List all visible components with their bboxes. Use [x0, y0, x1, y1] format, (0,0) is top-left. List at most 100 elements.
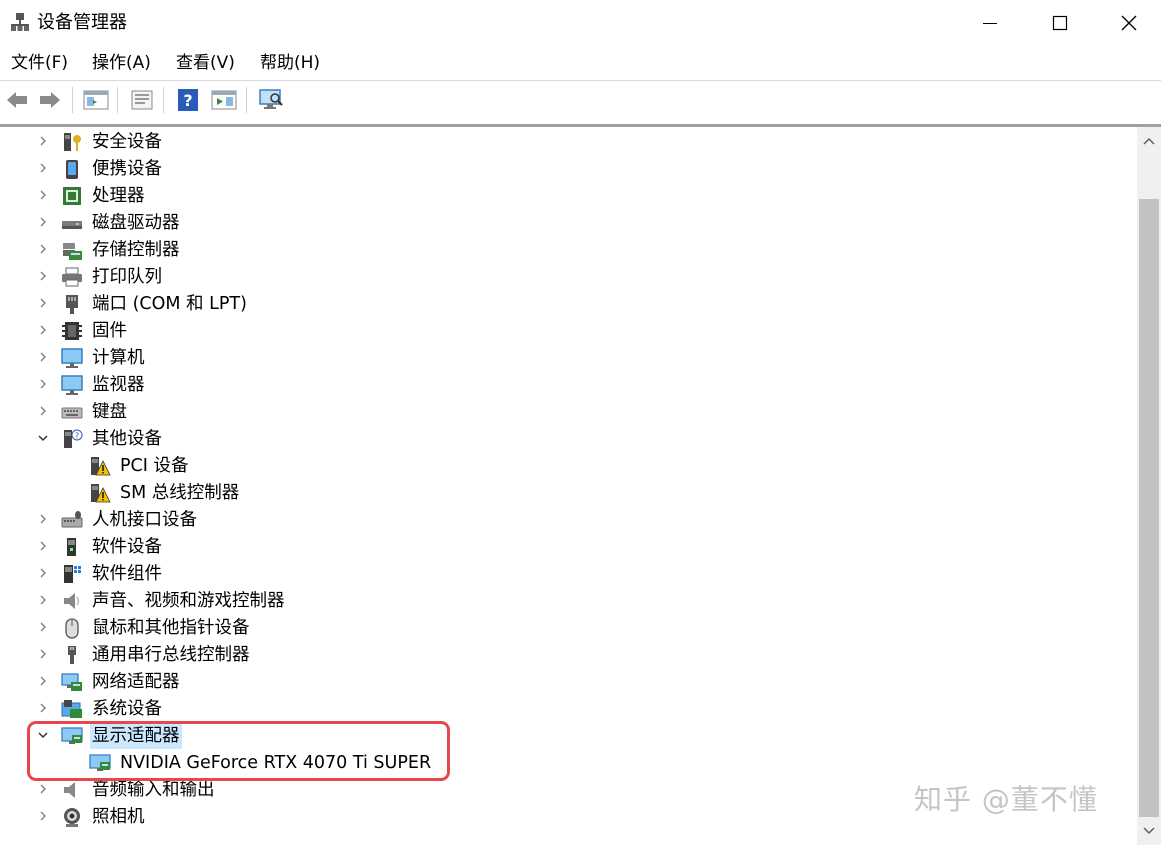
software-device-icon — [67, 538, 76, 556]
device-category[interactable]: 便携设备 — [0, 155, 1137, 182]
device-category[interactable]: 网络适配器 — [0, 668, 1137, 695]
menu-file[interactable]: 文件(F) — [11, 51, 68, 75]
device-category-label: 处理器 — [92, 186, 145, 206]
device-item-label: SM 总线控制器 — [120, 483, 240, 503]
device-category-label: 鼠标和其他指针设备 — [92, 618, 250, 638]
forward-button[interactable] — [36, 86, 64, 114]
scrollbar-thumb[interactable] — [1139, 199, 1159, 817]
chevron-right-icon[interactable] — [36, 809, 50, 823]
chevron-down-icon[interactable] — [36, 431, 50, 445]
close-button[interactable] — [1094, 0, 1161, 46]
forward-icon — [40, 92, 60, 108]
chevron-right-icon[interactable] — [36, 701, 50, 715]
update-driver-icon — [131, 90, 153, 110]
camera-icon — [64, 808, 80, 827]
device-category[interactable]: 处理器 — [0, 182, 1137, 209]
keyboard-icon — [61, 407, 83, 419]
device-category[interactable]: 系统设备 — [0, 695, 1137, 722]
menu-bar: 文件(F) 操作(A) 查看(V) 帮助(H) — [0, 46, 1161, 81]
chevron-right-icon[interactable] — [36, 161, 50, 175]
device-category[interactable]: 声音、视频和游戏控制器 — [0, 587, 1137, 614]
chevron-right-icon[interactable] — [36, 539, 50, 553]
chevron-right-icon[interactable] — [36, 620, 50, 634]
device-category[interactable]: 存储控制器 — [0, 236, 1137, 263]
chevron-right-icon[interactable] — [36, 512, 50, 526]
toolbar-separator — [246, 87, 247, 113]
scan-hardware-icon — [259, 89, 283, 109]
device-category[interactable]: ? 其他设备 — [0, 425, 1137, 452]
chevron-right-icon[interactable] — [36, 188, 50, 202]
device-category[interactable]: 固件 — [0, 317, 1137, 344]
device-category[interactable]: 键盘 — [0, 398, 1137, 425]
chevron-right-icon[interactable] — [36, 242, 50, 256]
menu-view[interactable]: 查看(V) — [176, 51, 235, 75]
chevron-right-icon[interactable] — [36, 296, 50, 310]
chevron-right-icon[interactable] — [36, 647, 50, 661]
device-category[interactable]: 计算机 — [0, 344, 1137, 371]
help-button[interactable]: ? — [174, 86, 202, 114]
port-icon — [66, 295, 78, 314]
device-category[interactable]: 软件设备 — [0, 533, 1137, 560]
device-category[interactable]: 安全设备 — [0, 128, 1137, 155]
firmware-icon — [62, 322, 82, 340]
minimize-button[interactable] — [955, 0, 1025, 46]
device-item-label: PCI 设备 — [120, 456, 189, 476]
device-item[interactable]: PCI 设备 — [0, 452, 1137, 479]
device-category[interactable]: 打印队列 — [0, 263, 1137, 290]
chevron-right-icon[interactable] — [36, 269, 50, 283]
device-category-label: 键盘 — [92, 402, 127, 422]
scroll-down-button[interactable] — [1137, 817, 1161, 845]
device-category[interactable]: 端口 (COM 和 LPT) — [0, 290, 1137, 317]
device-category[interactable]: 软件组件 — [0, 560, 1137, 587]
printer-icon — [62, 267, 82, 287]
device-category[interactable]: 通用串行总线控制器 — [0, 641, 1137, 668]
device-category[interactable]: 鼠标和其他指针设备 — [0, 614, 1137, 641]
chevron-right-icon[interactable] — [36, 593, 50, 607]
menu-help[interactable]: 帮助(H) — [260, 51, 320, 75]
chevron-right-icon[interactable] — [36, 782, 50, 796]
device-category-label: 存储控制器 — [92, 240, 180, 260]
speaker-icon — [64, 593, 80, 609]
chevron-right-icon[interactable] — [36, 674, 50, 688]
chevron-right-icon[interactable] — [36, 134, 50, 148]
help-icon: ? — [178, 89, 198, 111]
toolbar-separator — [117, 87, 118, 113]
update-driver-button[interactable] — [128, 86, 156, 114]
scan-hardware-button[interactable] — [257, 86, 285, 114]
device-category[interactable]: 磁盘驱动器 — [0, 209, 1137, 236]
monitor-icon — [61, 375, 83, 395]
device-item[interactable]: SM 总线控制器 — [0, 479, 1137, 506]
maximize-button[interactable] — [1025, 0, 1095, 46]
toolbar-separator — [72, 87, 73, 113]
toolbar-separator — [163, 87, 164, 113]
run-button[interactable] — [210, 86, 238, 114]
usb-icon — [68, 646, 76, 664]
chevron-right-icon[interactable] — [36, 215, 50, 229]
vertical-scrollbar[interactable] — [1137, 127, 1161, 845]
device-category-label: 安全设备 — [92, 132, 162, 152]
disk-drive-icon — [62, 221, 82, 229]
chevron-right-icon[interactable] — [36, 566, 50, 580]
menu-action[interactable]: 操作(A) — [92, 51, 151, 75]
device-category-label: 软件设备 — [92, 537, 162, 557]
minimize-icon — [983, 23, 997, 24]
software-component-icon — [64, 565, 81, 583]
warning-device-icon — [91, 484, 111, 503]
scroll-up-button[interactable] — [1137, 127, 1161, 155]
other-device-icon: ? — [64, 429, 83, 448]
chevron-right-icon[interactable] — [36, 350, 50, 364]
svg-text:?: ? — [75, 432, 79, 441]
back-button[interactable] — [3, 86, 31, 114]
device-category[interactable]: 监视器 — [0, 371, 1137, 398]
chevron-right-icon[interactable] — [36, 323, 50, 337]
device-category[interactable]: 人机接口设备 — [0, 506, 1137, 533]
chevron-right-icon[interactable] — [36, 377, 50, 391]
properties-window-button[interactable] — [82, 86, 110, 114]
maximize-icon — [1052, 15, 1068, 31]
mouse-icon — [65, 618, 79, 639]
chevron-right-icon[interactable] — [36, 404, 50, 418]
chevron-down-icon — [1143, 827, 1155, 835]
device-category-label: 声音、视频和游戏控制器 — [92, 591, 285, 611]
chevron-up-icon — [1143, 137, 1155, 145]
device-category-label: 端口 (COM 和 LPT) — [92, 294, 247, 314]
